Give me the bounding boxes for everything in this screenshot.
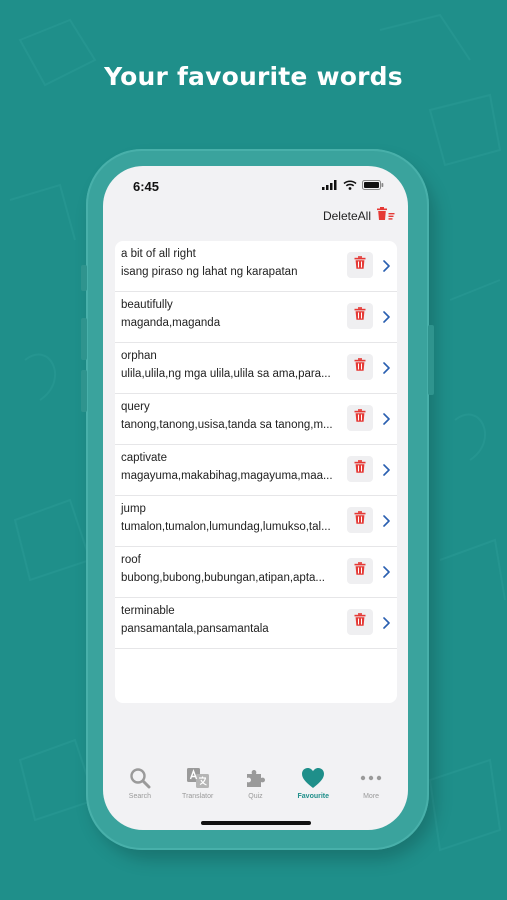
trash-icon — [354, 307, 366, 325]
chevron-right-icon[interactable] — [381, 259, 391, 272]
status-time: 6:45 — [133, 178, 160, 194]
phone-side-button — [81, 370, 87, 412]
delete-favourite-button[interactable] — [347, 507, 373, 533]
chevron-right-icon[interactable] — [381, 616, 391, 629]
chevron-right-icon[interactable] — [381, 514, 391, 527]
status-bar: 6:45 — [133, 178, 384, 194]
favourite-row[interactable]: captivate magayuma,makabihag,magayuma,ma… — [115, 445, 397, 496]
chevron-right-icon[interactable] — [381, 412, 391, 425]
favourite-row[interactable]: beautifully maganda,maganda — [115, 292, 397, 343]
trash-icon — [354, 460, 366, 478]
tab-label: More — [363, 793, 380, 800]
trash-icon — [354, 511, 366, 529]
delete-favourite-button[interactable] — [347, 303, 373, 329]
favourite-translation: isang piraso ng lahat ng karapatan — [121, 266, 298, 278]
delete-favourite-button[interactable] — [347, 354, 373, 380]
trash-icon — [354, 358, 366, 376]
chevron-right-icon[interactable] — [381, 463, 391, 476]
delete-favourite-button[interactable] — [347, 405, 373, 431]
search-icon — [129, 766, 151, 790]
home-indicator[interactable] — [201, 821, 311, 825]
favourite-row[interactable]: a bit of all right isang piraso ng lahat… — [115, 241, 397, 292]
favourite-translation: pansamantala,pansamantala — [121, 623, 269, 635]
tab-quiz[interactable]: Quiz — [227, 766, 283, 800]
delete-favourite-button[interactable] — [347, 558, 373, 584]
chevron-right-icon[interactable] — [381, 310, 391, 323]
trash-icon — [354, 256, 366, 274]
trash-icon — [354, 562, 366, 580]
favourite-row[interactable]: orphan ulila,ulila,ng mga ulila,ulila sa… — [115, 343, 397, 394]
page-headline: Your favourite words — [104, 62, 403, 91]
favourite-translation: ulila,ulila,ng mga ulila,ulila sa ama,pa… — [121, 368, 331, 380]
tab-label: Translator — [182, 793, 214, 800]
favourite-row[interactable]: terminable pansamantala,pansamantala — [115, 598, 397, 649]
translator-icon — [186, 766, 210, 790]
favourite-translation: maganda,maganda — [121, 317, 221, 329]
more-icon — [360, 766, 382, 790]
tab-more[interactable]: More — [343, 766, 399, 800]
chevron-right-icon[interactable] — [381, 361, 391, 374]
favourite-translation: bubong,bubong,bubungan,atipan,apta... — [121, 572, 325, 584]
delete-all-label: DeleteAll — [322, 209, 371, 223]
delete-list-icon — [376, 206, 396, 226]
tab-label: Search — [128, 793, 151, 800]
tab-label: Favourite — [297, 793, 330, 800]
delete-all-button[interactable]: DeleteAll — [322, 206, 396, 226]
puzzle-icon — [244, 766, 266, 790]
trash-icon — [354, 613, 366, 631]
favourite-translation: tanong,tanong,usisa,tanda sa tanong,m... — [121, 419, 333, 431]
delete-favourite-button[interactable] — [347, 252, 373, 278]
favourite-row[interactable]: jump tumalon,tumalon,lumundag,lumukso,ta… — [115, 496, 397, 547]
favourite-translation: magayuma,makabihag,magayuma,maa... — [121, 470, 333, 482]
tab-label: Quiz — [248, 793, 263, 800]
trash-icon — [354, 409, 366, 427]
delete-favourite-button[interactable] — [347, 609, 373, 635]
delete-favourite-button[interactable] — [347, 456, 373, 482]
favourite-row[interactable]: query tanong,tanong,usisa,tanda sa tanon… — [115, 394, 397, 445]
favourites-list: a bit of all right isang piraso ng lahat… — [115, 241, 397, 703]
phone-side-button — [81, 318, 87, 360]
battery-icon — [362, 177, 384, 195]
phone-side-button — [81, 265, 87, 291]
phone-screen: 6:45 DeleteAll a bit of all right isang … — [103, 166, 408, 830]
tab-translator[interactable]: Translator — [170, 766, 226, 800]
wifi-icon — [343, 177, 357, 195]
tab-bar: Search Translator Quiz Favourite More — [103, 766, 408, 811]
phone-side-button — [428, 325, 434, 395]
tab-favourite[interactable]: Favourite — [285, 766, 341, 800]
heart-icon — [301, 766, 325, 790]
chevron-right-icon[interactable] — [381, 565, 391, 578]
signal-icon — [322, 177, 338, 195]
tab-search[interactable]: Search — [112, 766, 168, 800]
favourite-row[interactable]: roof bubong,bubong,bubungan,atipan,apta.… — [115, 547, 397, 598]
favourite-translation: tumalon,tumalon,lumundag,lumukso,tal... — [121, 521, 331, 533]
